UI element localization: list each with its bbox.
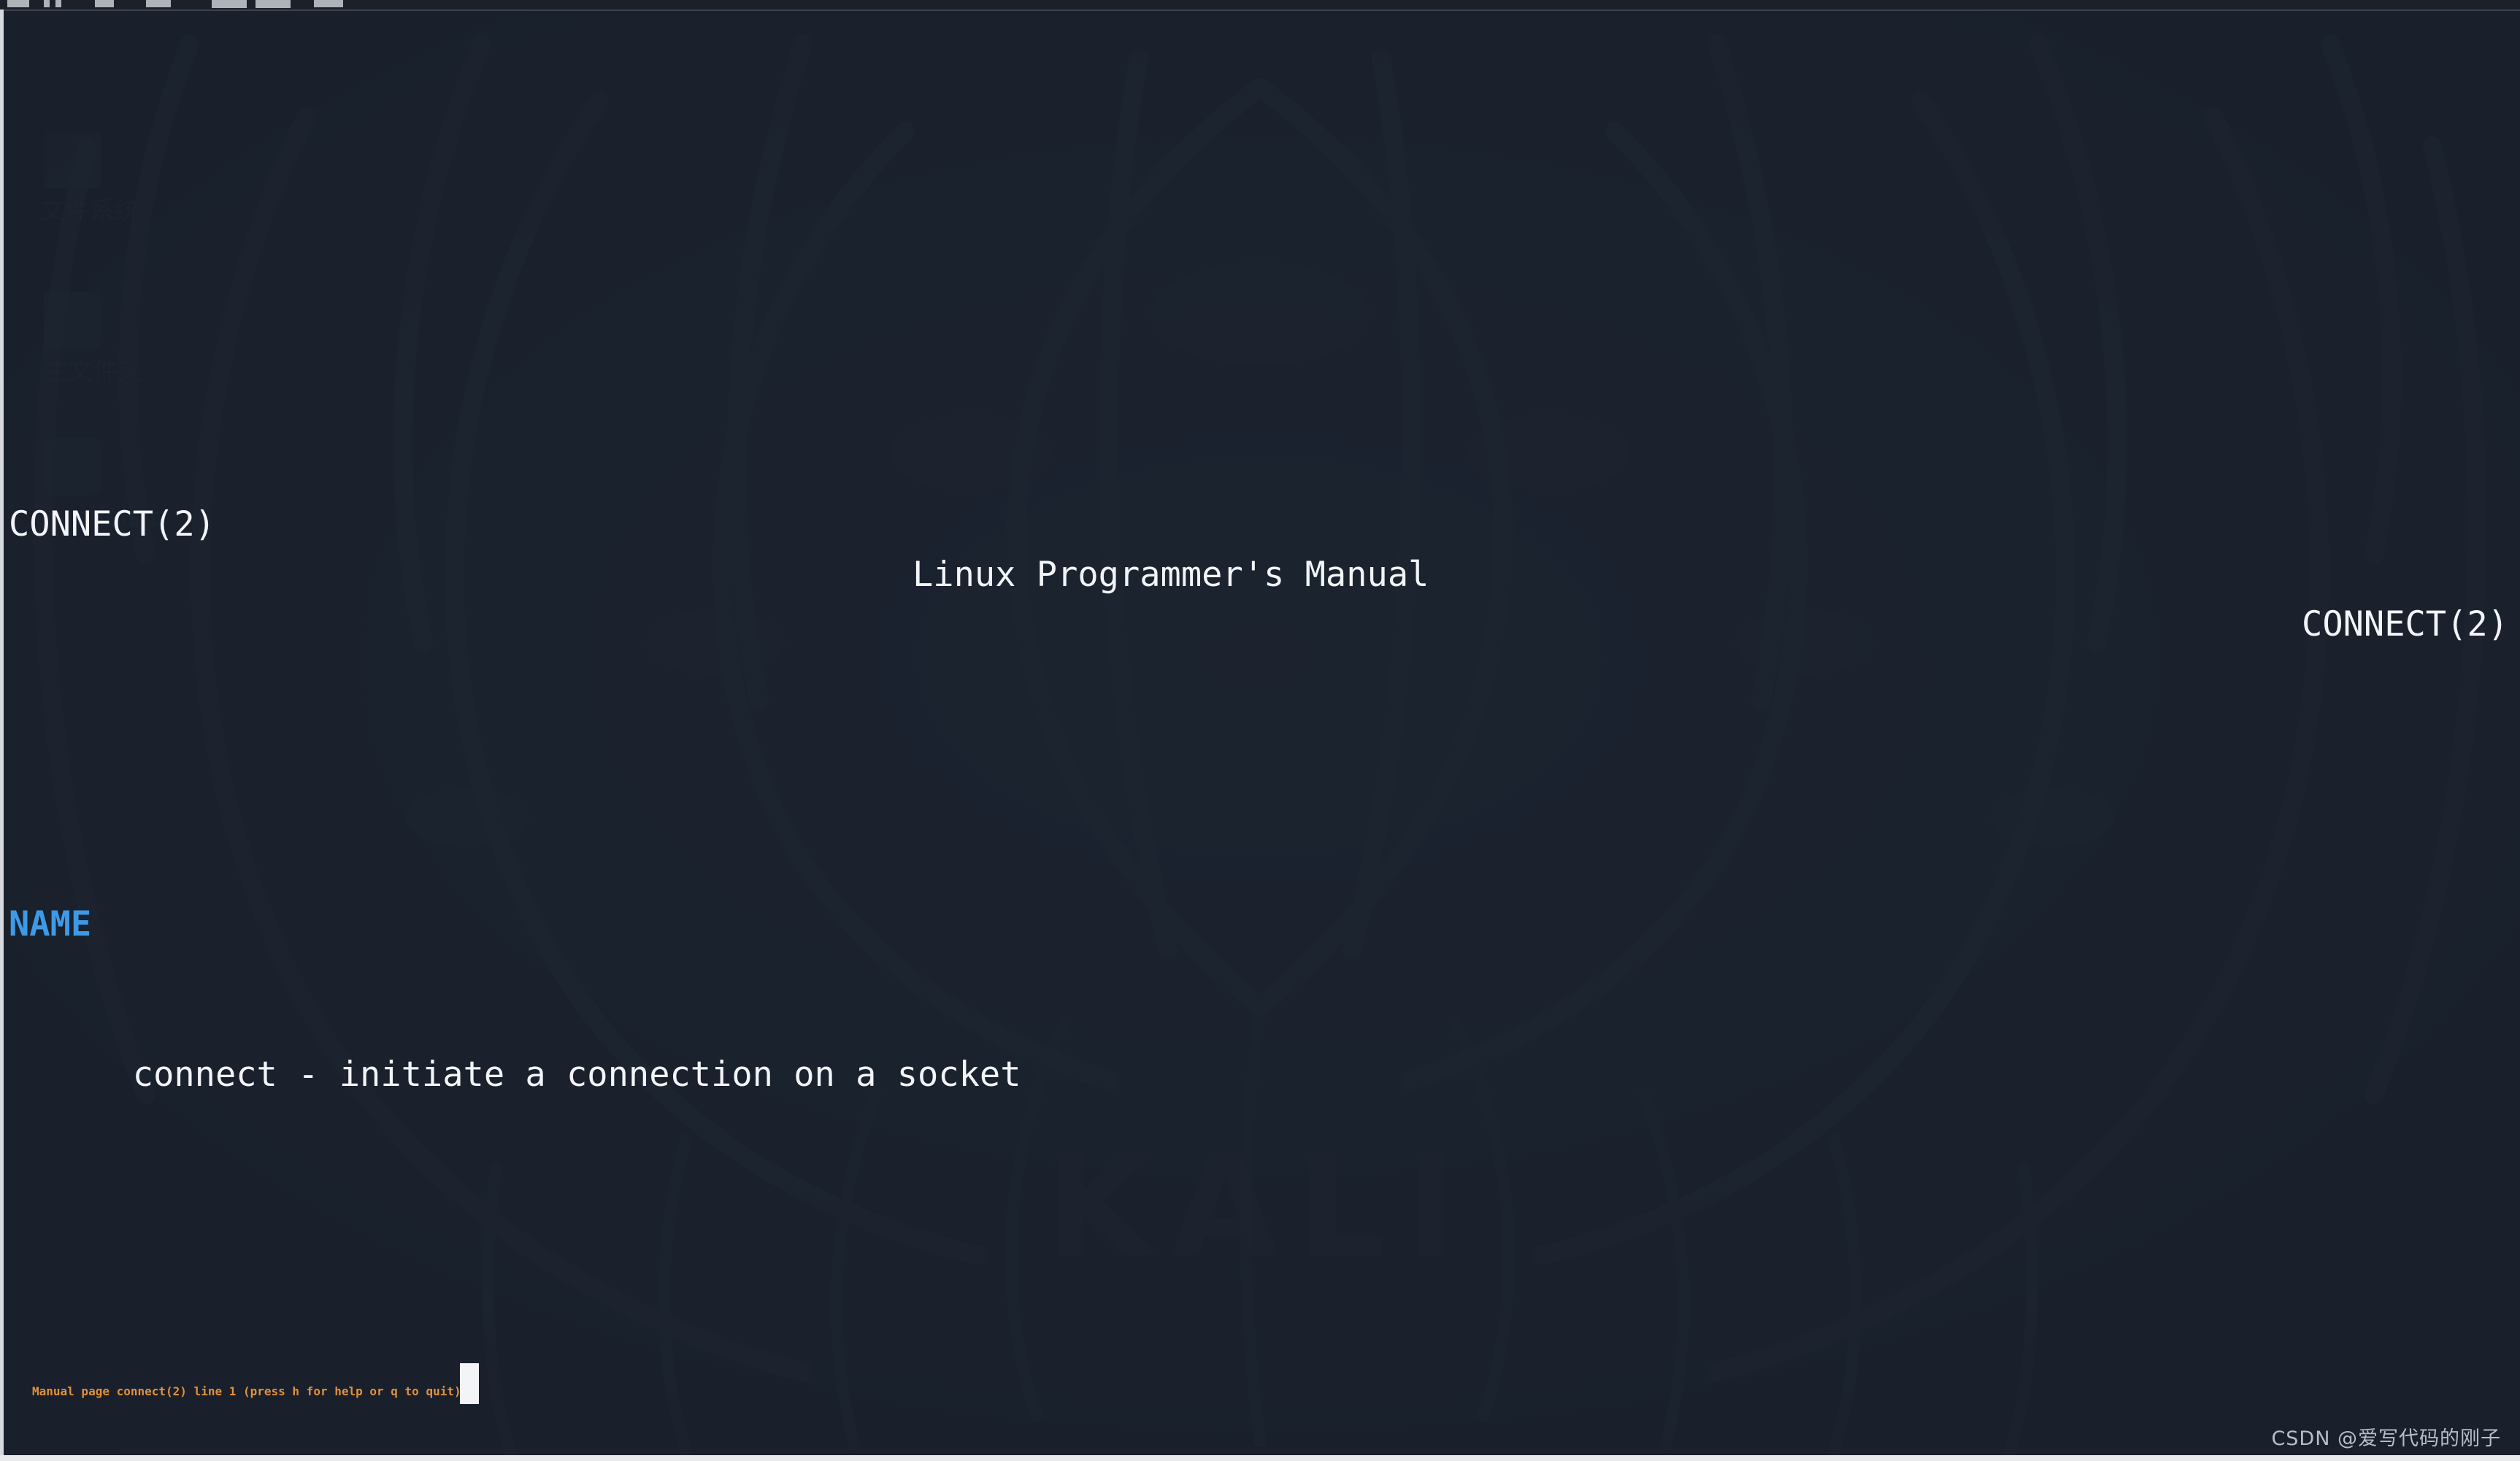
- name-body-line: connect - initiate a connection on a soc…: [0, 1050, 2520, 1100]
- window-left-edge: [0, 9, 4, 1461]
- heading-name-label: NAME: [9, 904, 92, 944]
- pager-status-text: Manual page connect(2) line 1 (press h f…: [32, 1384, 461, 1398]
- pager-status-line[interactable]: Manual page connect(2) line 1 (press h f…: [0, 1362, 2520, 1414]
- window-chrome-divider: [0, 9, 2520, 11]
- manpage-content[interactable]: CONNECT(2) Linux Programmer's Manual CON…: [0, 0, 2520, 1461]
- window-bottom-edge: [0, 1455, 2520, 1461]
- manpage-header: CONNECT(2) Linux Programmer's Manual CON…: [0, 450, 2520, 644]
- text-cursor: [459, 1362, 479, 1404]
- window-menu-bar-strip[interactable]: [0, 0, 2520, 9]
- name-body-text: connect - initiate a connection on a soc…: [132, 1054, 1021, 1095]
- section-heading-name: NAME: [0, 900, 2520, 950]
- manpage-header-left: CONNECT(2): [9, 504, 215, 544]
- watermark-label: CSDN @爱写代码的刚子: [2271, 1427, 2501, 1450]
- manpage-header-center: Linux Programmer's Manual: [913, 554, 1429, 595]
- manpage-header-right: CONNECT(2): [2302, 604, 2508, 644]
- terminal-window[interactable]: KALI 文件系统 主文件夹 parallels-t CONNECT(2) Li…: [0, 0, 2520, 1461]
